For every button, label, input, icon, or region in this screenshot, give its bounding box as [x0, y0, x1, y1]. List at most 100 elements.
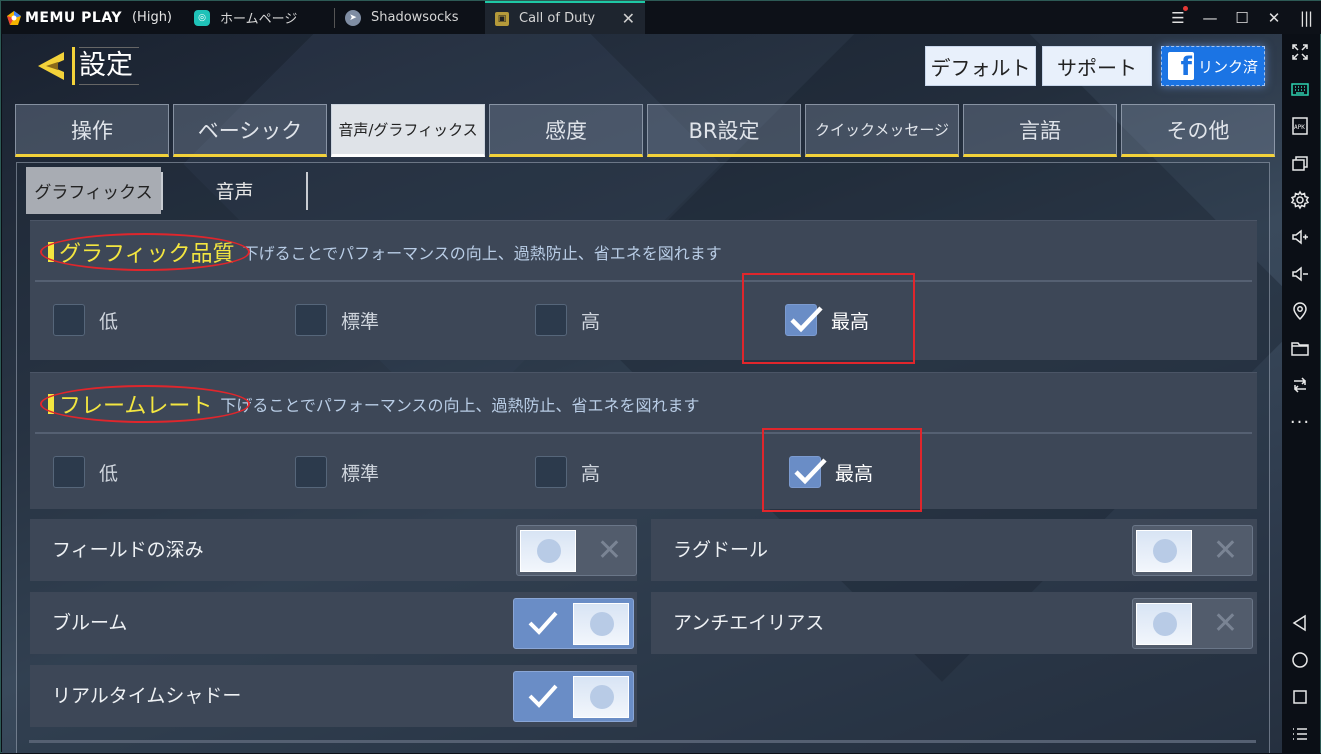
- facebook-link-button[interactable]: f リンク済: [1161, 46, 1265, 86]
- multi-window-icon[interactable]: [1280, 151, 1320, 175]
- annotation-box: [762, 428, 922, 512]
- check-icon: [528, 611, 558, 635]
- quality-option-high[interactable]: 高: [535, 304, 600, 336]
- x-icon: ✕: [1212, 533, 1238, 568]
- check-icon: [528, 684, 558, 708]
- annotation-ellipse: [40, 233, 250, 271]
- tab-br-settings[interactable]: BR設定: [647, 104, 801, 157]
- page-title: 設定: [79, 47, 139, 85]
- checkbox[interactable]: [535, 304, 567, 336]
- close-window-icon[interactable]: ✕: [1258, 9, 1290, 27]
- framerate-option-high[interactable]: 高: [535, 456, 600, 488]
- toggle-knob: [573, 676, 629, 718]
- graphics-quality-section: グラフィック品質 下げることでパフォーマンスの向上、過熱防止、省エネを図れます …: [30, 220, 1257, 364]
- tab-basic[interactable]: ベーシック: [173, 104, 327, 157]
- facebook-icon: f: [1167, 52, 1194, 80]
- toggle-label: フィールドの深み: [52, 539, 204, 561]
- tab-audio-graphics[interactable]: 音声/グラフィックス: [331, 104, 485, 157]
- maximize-icon[interactable]: ☐: [1226, 9, 1258, 27]
- checkbox[interactable]: [53, 304, 85, 336]
- memu-logo-icon: [7, 10, 21, 25]
- list-menu-icon[interactable]: [1280, 722, 1320, 746]
- toggle-row-ragdoll: ラグドール ✕: [651, 519, 1257, 581]
- main-tabs: 操作 ベーシック 音声/グラフィックス 感度 BR設定 クイックメッセージ 言語…: [15, 104, 1279, 157]
- title-bar: MEMU PLAY (High) ◎ ホームページ ➤ Shadowsocks …: [1, 1, 1321, 34]
- subtab-separator: [306, 171, 308, 210]
- tab-controls[interactable]: 操作: [15, 104, 169, 157]
- tab-language[interactable]: 言語: [963, 104, 1117, 157]
- gear-icon[interactable]: [1280, 188, 1320, 212]
- back-button[interactable]: 設定: [34, 46, 139, 86]
- x-icon: ✕: [596, 533, 622, 568]
- folder-icon[interactable]: [1280, 336, 1320, 360]
- checkbox[interactable]: [295, 456, 327, 488]
- support-button[interactable]: サポート: [1042, 46, 1152, 86]
- quality-label: (High): [131, 10, 173, 25]
- tab-call-of-duty[interactable]: ▣ Call of Duty ✕: [485, 1, 646, 34]
- location-icon[interactable]: [1280, 299, 1320, 323]
- checkbox[interactable]: [53, 456, 85, 488]
- subtab-audio[interactable]: 音声: [163, 167, 306, 214]
- toggle-knob: [520, 530, 576, 572]
- section-description: 下げることでパフォーマンスの向上、過熱防止、省エネを図れます: [220, 396, 700, 415]
- facebook-link-label: リンク済: [1197, 57, 1258, 76]
- volume-up-icon[interactable]: [1280, 225, 1320, 249]
- quality-option-low[interactable]: 低: [53, 304, 118, 336]
- option-label: 低: [99, 462, 119, 485]
- minimize-icon[interactable]: —: [1194, 9, 1226, 27]
- close-tab-icon[interactable]: ✕: [622, 9, 635, 28]
- tab-label: ホームページ: [220, 12, 298, 27]
- right-toolbar: APK ···: [1280, 34, 1320, 754]
- toggle-switch-off[interactable]: ✕: [1132, 598, 1253, 649]
- tab-home[interactable]: ◎ ホームページ: [184, 1, 334, 34]
- fullscreen-icon[interactable]: [1280, 40, 1320, 64]
- game-icon: ▣: [495, 11, 510, 26]
- paper-plane-icon: ➤: [345, 9, 362, 26]
- toggle-switch-off[interactable]: ✕: [1132, 525, 1253, 576]
- x-icon: ✕: [1212, 606, 1238, 641]
- annotation-ellipse: [40, 385, 250, 423]
- toggle-switch-off[interactable]: ✕: [516, 525, 637, 576]
- toggle-row-anti-aliasing: アンチエイリアス ✕: [651, 592, 1257, 654]
- toggle-knob: [1136, 530, 1192, 572]
- more-icon[interactable]: ···: [1280, 410, 1320, 434]
- sidebar-toggle-icon[interactable]: |||: [1290, 9, 1321, 27]
- option-label: 高: [581, 462, 601, 485]
- volume-down-icon[interactable]: [1280, 262, 1320, 286]
- apk-icon[interactable]: APK: [1280, 114, 1320, 138]
- checkbox[interactable]: [295, 304, 327, 336]
- checkbox[interactable]: [535, 456, 567, 488]
- keyboard-icon[interactable]: [1280, 77, 1320, 101]
- subtab-graphics[interactable]: グラフィックス: [26, 167, 161, 214]
- tab-label: Shadowsocks: [371, 10, 459, 25]
- option-label: 低: [99, 310, 119, 333]
- divider: [35, 432, 1252, 434]
- android-home-icon[interactable]: [1280, 648, 1320, 672]
- tab-sensitivity[interactable]: 感度: [489, 104, 643, 157]
- tab-shadowsocks[interactable]: ➤ Shadowsocks: [335, 1, 485, 34]
- sub-tabs: グラフィックス 音声: [26, 167, 308, 214]
- toggle-label: ブルーム: [52, 612, 128, 634]
- tab-quick-message[interactable]: クイックメッセージ: [805, 104, 959, 157]
- settings-panel: グラフィックス 音声 グラフィック品質 下げることでパフォーマンスの向上、過熱防…: [16, 162, 1270, 753]
- tab-other[interactable]: その他: [1121, 104, 1275, 157]
- menu-icon[interactable]: ☰: [1162, 5, 1194, 27]
- android-recents-icon[interactable]: [1280, 685, 1320, 709]
- toggle-row-bloom: ブルーム: [30, 592, 637, 654]
- framerate-option-low[interactable]: 低: [53, 456, 118, 488]
- toggle-switch-on[interactable]: [513, 598, 634, 649]
- sync-icon[interactable]: [1280, 373, 1320, 397]
- quality-option-standard[interactable]: 標準: [295, 304, 379, 336]
- default-button[interactable]: デフォルト: [925, 46, 1036, 86]
- toggle-row-depth-of-field: フィールドの深み ✕: [30, 519, 637, 581]
- memu-logo: MEMU PLAY (High): [1, 1, 172, 34]
- home-app-icon: ◎: [194, 9, 211, 26]
- window-controls: ☰ — ☐ ✕ |||: [1162, 1, 1321, 34]
- divider: [35, 280, 1252, 282]
- framerate-option-standard[interactable]: 標準: [295, 456, 379, 488]
- toggle-label: アンチエイリアス: [673, 612, 825, 634]
- android-back-icon[interactable]: [1280, 611, 1320, 635]
- tab-label: Call of Duty: [519, 11, 596, 26]
- back-bar: [72, 47, 75, 85]
- toggle-switch-on[interactable]: [513, 671, 634, 722]
